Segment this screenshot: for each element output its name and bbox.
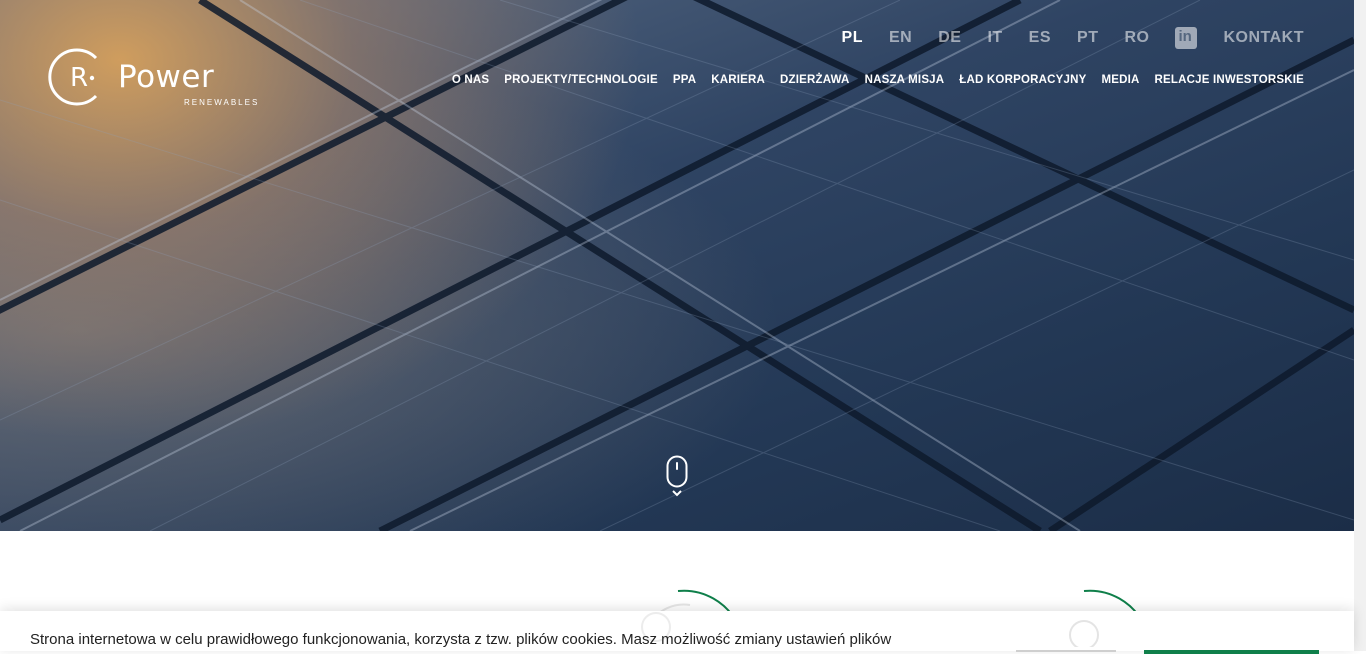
nav-item-lad-korporacyjny[interactable]: ŁAD KORPORACYJNY <box>959 74 1086 86</box>
svg-text:R: R <box>70 63 88 93</box>
lang-ro[interactable]: RO <box>1124 29 1149 47</box>
cookie-settings-button[interactable] <box>1016 650 1116 652</box>
nav-item-dzierzawa[interactable]: DZIERŻAWA <box>780 74 850 86</box>
cookie-deco-circle-icon-2 <box>1069 620 1099 647</box>
lang-pl[interactable]: PL <box>842 29 863 47</box>
contact-link[interactable]: KONTAKT <box>1223 29 1304 47</box>
cookie-banner: Strona internetowa w celu prawidłowego f… <box>0 611 1354 654</box>
mouse-scroll-icon[interactable] <box>666 455 688 500</box>
brand-name: Power <box>118 59 215 95</box>
logo-circle-icon: R <box>48 48 98 106</box>
nav-item-projekty[interactable]: PROJEKTY/TECHNOLOGIE <box>504 74 658 86</box>
language-switcher: PL EN DE IT ES PT RO in KONTAKT <box>816 26 1304 50</box>
nav-item-kariera[interactable]: KARIERA <box>711 74 765 86</box>
brand-logo[interactable]: R Power RENEWABLES <box>48 48 268 112</box>
lang-es[interactable]: ES <box>1029 29 1051 47</box>
nav-item-media[interactable]: MEDIA <box>1101 74 1139 86</box>
nav-item-relacje-inwestorskie[interactable]: RELACJE INWESTORSKIE <box>1155 74 1304 86</box>
scrollbar[interactable] <box>1354 0 1366 651</box>
nav-item-nasza-misja[interactable]: NASZA MISJA <box>865 74 945 86</box>
lang-de[interactable]: DE <box>938 29 961 47</box>
nav-item-ppa[interactable]: PPA <box>673 74 696 86</box>
brand-tagline: RENEWABLES <box>184 98 260 107</box>
main-navigation: O NAS PROJEKTY/TECHNOLOGIE PPA KARIERA D… <box>437 74 1304 86</box>
nav-item-o-nas[interactable]: O NAS <box>452 74 489 86</box>
linkedin-icon[interactable]: in <box>1175 27 1198 49</box>
lang-en[interactable]: EN <box>889 29 912 47</box>
lang-it[interactable]: IT <box>987 29 1002 47</box>
cookie-text: Strona internetowa w celu prawidłowego f… <box>30 631 892 648</box>
lang-pt[interactable]: PT <box>1077 29 1098 47</box>
